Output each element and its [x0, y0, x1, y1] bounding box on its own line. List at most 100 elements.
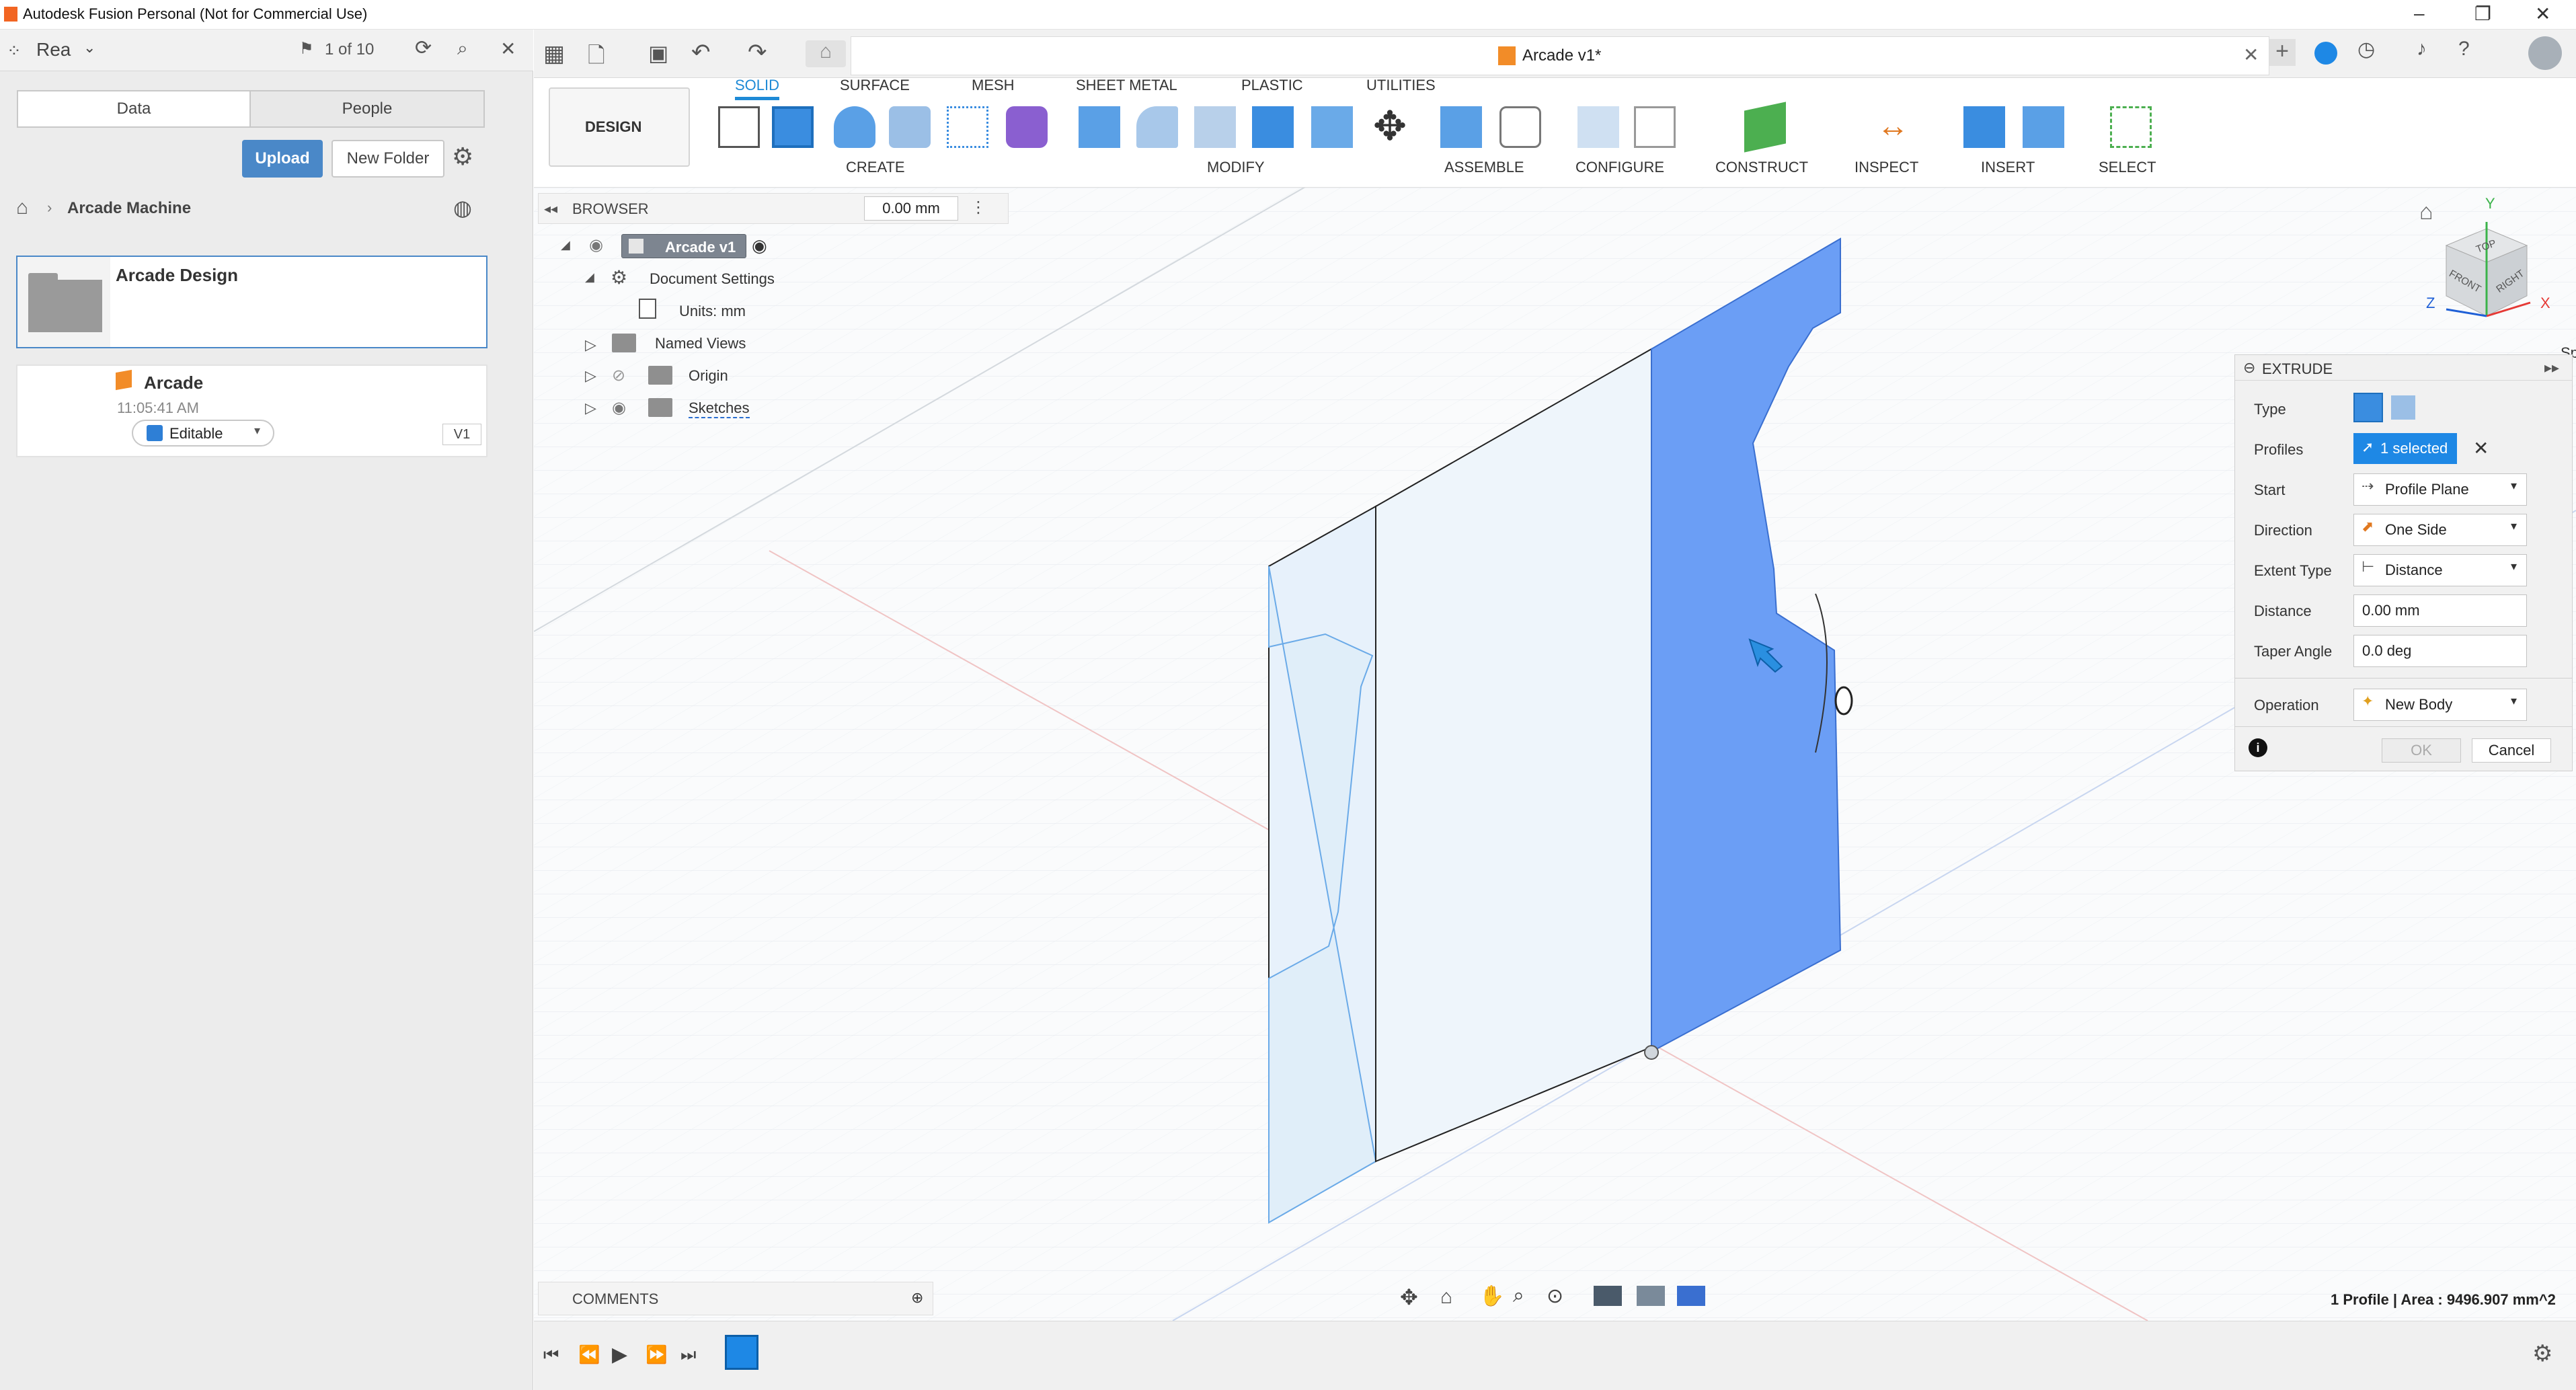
- select-window-icon[interactable]: [2110, 106, 2152, 148]
- tree-named-views[interactable]: Named Views: [655, 335, 746, 352]
- orbit-icon[interactable]: ✥: [1400, 1284, 1418, 1310]
- home-view-icon[interactable]: ⌂: [2419, 199, 2433, 225]
- joint-icon[interactable]: [1499, 106, 1541, 148]
- move-icon[interactable]: ✥: [1369, 106, 1411, 148]
- previous-step-icon[interactable]: ⏪: [578, 1344, 600, 1365]
- configure-icon[interactable]: [1577, 106, 1619, 148]
- globe-icon[interactable]: ◍: [453, 195, 472, 221]
- form-icon[interactable]: [1006, 106, 1048, 148]
- job-count[interactable]: 1 of 10: [325, 40, 374, 59]
- revolve-icon[interactable]: [834, 106, 875, 148]
- visibility-eye-icon[interactable]: ◉: [612, 398, 626, 418]
- fit-icon[interactable]: ⊙: [1547, 1284, 1563, 1308]
- modify-menu[interactable]: MODIFY: [1207, 159, 1265, 176]
- workspace-switcher[interactable]: DESIGN: [549, 87, 690, 167]
- press-pull-icon[interactable]: [1079, 106, 1120, 148]
- type-solid-icon[interactable]: [2353, 393, 2383, 422]
- expand-arrow-icon[interactable]: ▷: [585, 399, 596, 417]
- zoom-icon[interactable]: ⌕: [1513, 1284, 1524, 1307]
- extrude-icon[interactable]: [772, 106, 814, 148]
- insert-image-icon[interactable]: [2023, 106, 2064, 148]
- home-view-icon[interactable]: ⌂: [806, 40, 846, 67]
- version-badge[interactable]: V1: [442, 424, 481, 445]
- fillet-icon[interactable]: [1136, 106, 1178, 148]
- minimize-icon[interactable]: –: [2414, 3, 2425, 24]
- tree-document-settings[interactable]: Document Settings: [650, 270, 775, 288]
- job-status-icon[interactable]: ◷: [2357, 38, 2375, 61]
- document-tab[interactable]: Arcade v1* ✕: [851, 36, 2269, 75]
- tab-sheet-metal[interactable]: SHEET METAL: [1076, 77, 1177, 94]
- create-menu[interactable]: CREATE: [846, 159, 905, 176]
- shell-icon[interactable]: [1311, 106, 1353, 148]
- info-icon[interactable]: i: [2249, 738, 2267, 757]
- timeline-sketch-feature[interactable]: [725, 1335, 758, 1370]
- more-options-icon[interactable]: ⋮: [970, 198, 986, 217]
- tree-sketches[interactable]: Sketches: [689, 399, 750, 418]
- type-thin-icon[interactable]: [2391, 395, 2415, 420]
- hole-icon[interactable]: [889, 106, 931, 148]
- new-tab-plus-icon[interactable]: +: [2269, 39, 2296, 66]
- collapse-icon[interactable]: ◂◂: [544, 200, 557, 217]
- expand-arrow-icon[interactable]: ▷: [585, 336, 596, 354]
- expand-icon[interactable]: ▸▸: [2544, 359, 2559, 377]
- expand-arrow-icon[interactable]: ◢: [561, 238, 570, 252]
- measure-icon[interactable]: ↔: [1872, 106, 1914, 148]
- list-item-arcade[interactable]: Arcade 11:05:41 AM Editable ▾ V1: [16, 364, 487, 457]
- new-component-icon[interactable]: [1440, 106, 1482, 148]
- expand-arrow-icon[interactable]: ▷: [585, 367, 596, 385]
- configuration-table-icon[interactable]: [1634, 106, 1676, 148]
- cancel-button[interactable]: Cancel: [2472, 738, 2551, 763]
- tree-origin[interactable]: Origin: [689, 367, 728, 385]
- notifications-bell-icon[interactable]: ♪: [2417, 38, 2427, 61]
- comments-bar[interactable]: COMMENTS ⊕: [538, 1282, 933, 1315]
- tab-people[interactable]: People: [249, 90, 485, 128]
- search-icon[interactable]: ⌕: [457, 38, 468, 60]
- tree-root[interactable]: Arcade v1: [621, 234, 746, 258]
- first-step-icon[interactable]: ⏮: [543, 1344, 559, 1366]
- editable-badge[interactable]: Editable ▾: [132, 420, 274, 447]
- select-menu[interactable]: SELECT: [2099, 159, 2156, 176]
- taper-angle-input[interactable]: 0.0 deg: [2353, 635, 2527, 667]
- dialog-header[interactable]: ⊖ EXTRUDE ▸▸: [2235, 355, 2572, 381]
- tab-solid[interactable]: SOLID: [735, 77, 780, 100]
- visibility-eye-icon[interactable]: ◉: [589, 235, 603, 255]
- tab-plastic[interactable]: PLASTIC: [1241, 77, 1303, 94]
- avatar[interactable]: [2528, 36, 2562, 70]
- extrude-manipulator[interactable]: [1834, 686, 1853, 716]
- ok-button[interactable]: OK: [2382, 738, 2461, 763]
- extensions-icon[interactable]: [2314, 42, 2337, 65]
- display-settings-icon[interactable]: [1594, 1286, 1622, 1306]
- clear-selection-icon[interactable]: ✕: [2473, 437, 2489, 459]
- undo-icon[interactable]: ↶: [691, 39, 711, 66]
- next-step-icon[interactable]: ⏩: [646, 1344, 667, 1365]
- add-comment-icon[interactable]: ⊕: [911, 1289, 923, 1307]
- operation-select[interactable]: New Body: [2353, 689, 2527, 721]
- configure-menu[interactable]: CONFIGURE: [1575, 159, 1664, 176]
- direction-select[interactable]: One Side: [2353, 514, 2527, 546]
- collapse-icon[interactable]: ⊖: [2243, 359, 2255, 377]
- maximize-icon[interactable]: ❐: [2474, 3, 2491, 25]
- file-menu-icon[interactable]: 🗋: [588, 40, 605, 77]
- activate-radio-icon[interactable]: ◉: [752, 235, 767, 256]
- close-tab-icon[interactable]: ✕: [2243, 44, 2259, 66]
- tab-mesh[interactable]: MESH: [972, 77, 1015, 94]
- pan-icon[interactable]: ✋: [1479, 1284, 1504, 1308]
- inspect-menu[interactable]: INSPECT: [1855, 159, 1918, 176]
- timeline-settings-gear-icon[interactable]: ⚙: [2532, 1340, 2552, 1367]
- viewcube[interactable]: TOP FRONT RIGHT: [2440, 215, 2534, 330]
- extent-type-select[interactable]: Distance: [2353, 554, 2527, 586]
- jobs-icon[interactable]: ⚑: [299, 39, 314, 59]
- create-sketch-icon[interactable]: [718, 106, 760, 148]
- construct-plane-icon[interactable]: [1744, 102, 1786, 153]
- start-select[interactable]: Profile Plane: [2353, 473, 2527, 506]
- hub-name[interactable]: Rea: [36, 39, 71, 61]
- combine-icon[interactable]: [1252, 106, 1294, 148]
- construct-menu[interactable]: CONSTRUCT: [1715, 159, 1808, 176]
- insert-menu[interactable]: INSERT: [1981, 159, 2035, 176]
- redo-icon[interactable]: ↷: [748, 39, 767, 66]
- pattern-icon[interactable]: [947, 106, 988, 148]
- viewports-icon[interactable]: [1677, 1286, 1705, 1306]
- expand-arrow-icon[interactable]: ◢: [585, 270, 594, 284]
- new-folder-button[interactable]: New Folder: [331, 140, 444, 178]
- last-step-icon[interactable]: ⏭: [680, 1344, 696, 1366]
